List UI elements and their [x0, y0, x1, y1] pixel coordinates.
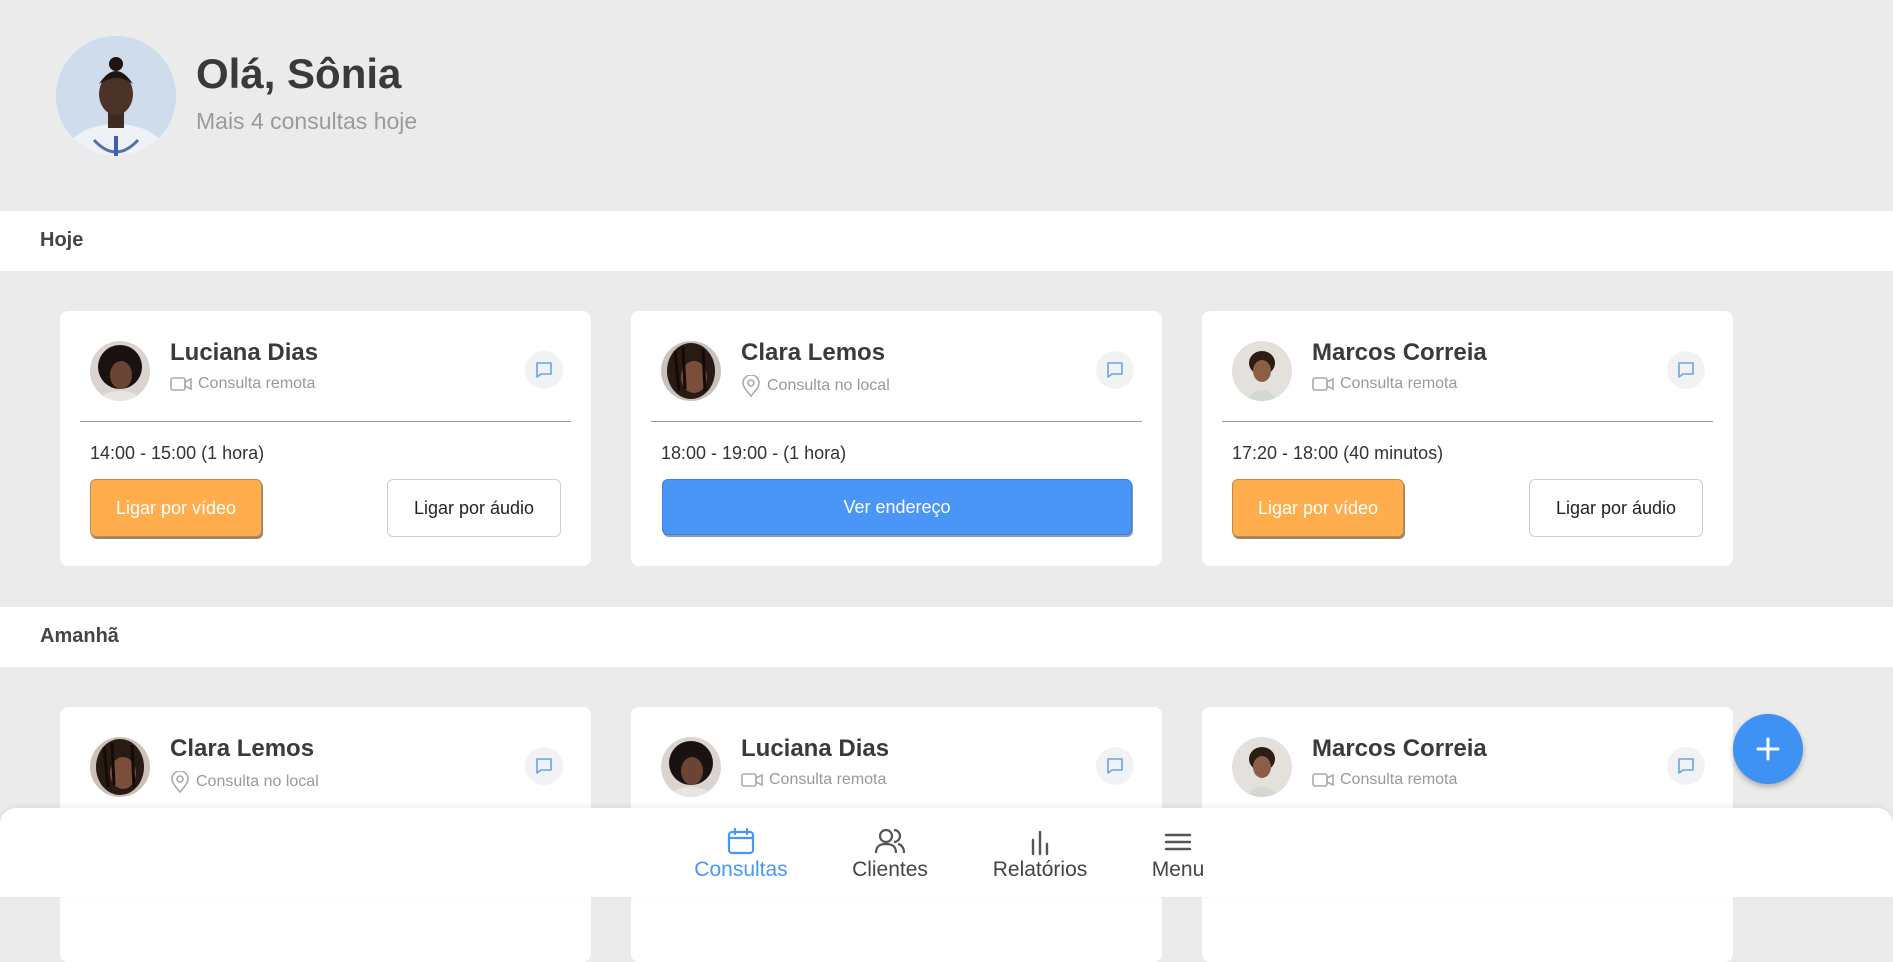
video-icon — [1312, 377, 1334, 391]
appointment-card: Clara Lemos Consulta no local 18:00 - 19… — [631, 311, 1162, 566]
video-icon — [170, 377, 192, 391]
appointment-type-label: Consulta remota — [769, 771, 887, 788]
chat-button[interactable] — [525, 747, 563, 785]
view-address-button[interactable]: Ver endereço — [662, 479, 1132, 535]
client-avatar — [1232, 341, 1292, 401]
card-divider — [80, 421, 571, 422]
users-icon — [874, 828, 906, 854]
client-avatar — [661, 341, 721, 401]
client-avatar — [1232, 737, 1292, 797]
nav-item-menu[interactable]: Menu — [1108, 826, 1248, 882]
client-name: Marcos Correia — [1312, 339, 1487, 366]
add-appointment-button[interactable] — [1733, 714, 1803, 784]
plus-icon — [1756, 737, 1780, 761]
client-avatar — [661, 737, 721, 797]
appointment-type: Consulta remota — [741, 771, 886, 789]
appointment-type-label: Consulta no local — [196, 773, 319, 790]
appointment-time: 17:20 - 18:00 (40 minutos) — [1232, 443, 1444, 463]
chat-icon — [1678, 362, 1694, 378]
appointment-type: Consulta no local — [741, 375, 890, 397]
appointment-type: Consulta remota — [170, 375, 315, 393]
chat-icon — [536, 758, 552, 774]
appointment-type: Consulta remota — [1312, 375, 1457, 393]
appointment-type-label: Consulta remota — [198, 375, 316, 392]
chat-button[interactable] — [1667, 747, 1705, 785]
location-pin-icon — [742, 375, 760, 397]
client-name: Luciana Dias — [170, 339, 319, 366]
video-icon — [1312, 773, 1334, 787]
chat-button[interactable] — [1096, 747, 1134, 785]
section-header-tomorrow: Amanhã — [0, 607, 1893, 667]
appointment-time: 18:00 - 19:00 - (1 hora) — [661, 443, 847, 463]
nav-item-relatorios[interactable]: Relatórios — [970, 826, 1110, 882]
appointment-type-label: Consulta no local — [767, 377, 890, 394]
audio-call-button[interactable]: Ligar por áudio — [387, 479, 561, 537]
nav-label: Consultas — [694, 858, 788, 881]
menu-icon — [1164, 833, 1192, 851]
audio-call-button[interactable]: Ligar por áudio — [1529, 479, 1703, 537]
nav-item-clientes[interactable]: Clientes — [820, 826, 960, 882]
card-divider — [651, 421, 1142, 422]
card-divider — [1222, 421, 1713, 422]
chat-icon — [536, 362, 552, 378]
appointments-subtitle: Mais 4 consultas hoje — [196, 108, 418, 134]
nav-label: Menu — [1151, 858, 1205, 881]
nav-label: Clientes — [852, 858, 928, 881]
chat-icon — [1107, 758, 1123, 774]
bottom-navigation: Consultas Clientes Relatórios Menu — [0, 808, 1893, 897]
chat-button[interactable] — [1667, 351, 1705, 389]
doctor-avatar[interactable] — [56, 36, 176, 156]
bar-chart-icon — [1031, 830, 1049, 856]
section-title: Hoje — [40, 229, 84, 251]
appointment-type: Consulta no local — [170, 771, 319, 793]
section-title: Amanhã — [40, 625, 119, 647]
calendar-icon — [727, 827, 755, 855]
appointment-card: Luciana Dias Consulta remota 14:00 - 15:… — [60, 311, 591, 566]
appointment-type-label: Consulta remota — [1340, 375, 1458, 392]
chat-button[interactable] — [525, 351, 563, 389]
appointment-card: Marcos Correia Consulta remota 17:20 - 1… — [1202, 311, 1733, 566]
client-name: Clara Lemos — [741, 339, 886, 366]
greeting-title: Olá, Sônia — [196, 50, 402, 97]
client-name: Clara Lemos — [170, 735, 315, 762]
client-avatar — [90, 341, 150, 401]
chat-icon — [1678, 758, 1694, 774]
chat-button[interactable] — [1096, 351, 1134, 389]
client-avatar — [90, 737, 150, 797]
video-call-button[interactable]: Ligar por vídeo — [90, 479, 262, 537]
location-pin-icon — [171, 771, 189, 793]
profile-header: Olá, Sônia Mais 4 consultas hoje — [0, 0, 1893, 210]
appointment-type-label: Consulta remota — [1340, 771, 1458, 788]
nav-label: Relatórios — [992, 858, 1088, 881]
video-call-button[interactable]: Ligar por vídeo — [1232, 479, 1404, 537]
appointment-time: 14:00 - 15:00 (1 hora) — [90, 443, 265, 463]
appointment-type: Consulta remota — [1312, 771, 1457, 789]
chat-icon — [1107, 362, 1123, 378]
client-name: Marcos Correia — [1312, 735, 1487, 762]
video-icon — [741, 773, 763, 787]
section-header-today: Hoje — [0, 211, 1893, 271]
client-name: Luciana Dias — [741, 735, 890, 762]
nav-item-consultas[interactable]: Consultas — [671, 826, 811, 882]
